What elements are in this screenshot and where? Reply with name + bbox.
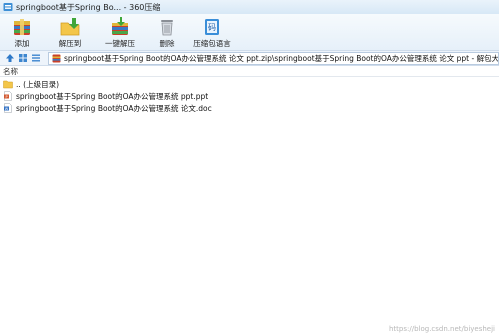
delete-label: 删除 [159,39,175,48]
list-item-name: springboot基于Spring Boot的OA办公管理系统 论文.doc [16,103,212,113]
add-button[interactable]: 添加 [4,14,40,50]
title-bar: springboot基于Spring Bo... - 360压缩 [0,0,499,14]
archive-language-button[interactable]: 码 压缩包语言 [192,14,232,50]
list-item[interactable]: .. (上级目录) [0,78,499,90]
extract-to-icon [60,18,80,36]
thumbnail-view-button[interactable] [16,51,29,65]
archive-language-label: 压缩包语言 [193,39,231,48]
up-level-button[interactable] [3,51,16,65]
one-click-extract-button[interactable]: 一键解压 [100,14,140,50]
watermark-text: https://blog.csdn.net/biyesheji [389,325,495,333]
path-text: springboot基于Spring Boot的OA办公管理系统 论文 ppt.… [64,54,499,63]
column-header: 名称 [0,66,499,77]
ppt-file-icon: P [4,91,12,101]
svg-text:码: 码 [208,23,216,32]
svg-text:P: P [5,95,7,99]
one-click-extract-label: 一键解压 [105,39,135,48]
app-icon [3,3,13,11]
path-field[interactable]: springboot基于Spring Boot的OA办公管理系统 论文 ppt.… [48,52,499,65]
file-list: .. (上级目录) P springboot基于Spring Boot的OA办公… [0,78,499,114]
folder-up-icon [3,80,13,89]
list-item-name: springboot基于Spring Boot的OA办公管理系统 ppt.ppt [16,91,209,101]
grid-view-icon [18,54,27,62]
one-click-extract-icon [112,17,128,35]
delete-button[interactable]: 删除 [152,14,182,50]
list-view-button[interactable] [29,51,42,65]
column-name-header[interactable]: 名称 [3,66,18,77]
archive-language-icon: 码 [205,19,219,35]
zip-archive-icon [52,54,61,63]
doc-file-icon: W [4,103,12,113]
list-item-name: .. (上级目录) [16,79,60,89]
list-item[interactable]: P springboot基于Spring Boot的OA办公管理系统 ppt.p… [0,90,499,102]
svg-text:W: W [5,107,9,111]
toolbar: 添加 解压到 一键解压 删除 码 压缩包语言 [0,14,499,50]
extract-to-label: 解压到 [58,39,82,48]
delete-icon [161,20,173,36]
add-label: 添加 [14,39,30,48]
list-item[interactable]: W springboot基于Spring Boot的OA办公管理系统 论文.do… [0,102,499,114]
arrow-up-icon [5,54,14,62]
window-title: springboot基于Spring Bo... - 360压缩 [16,2,161,12]
extract-to-button[interactable]: 解压到 [52,14,88,50]
address-bar: springboot基于Spring Boot的OA办公管理系统 论文 ppt.… [0,50,499,66]
add-archive-icon [14,19,30,35]
list-view-icon [31,54,40,62]
